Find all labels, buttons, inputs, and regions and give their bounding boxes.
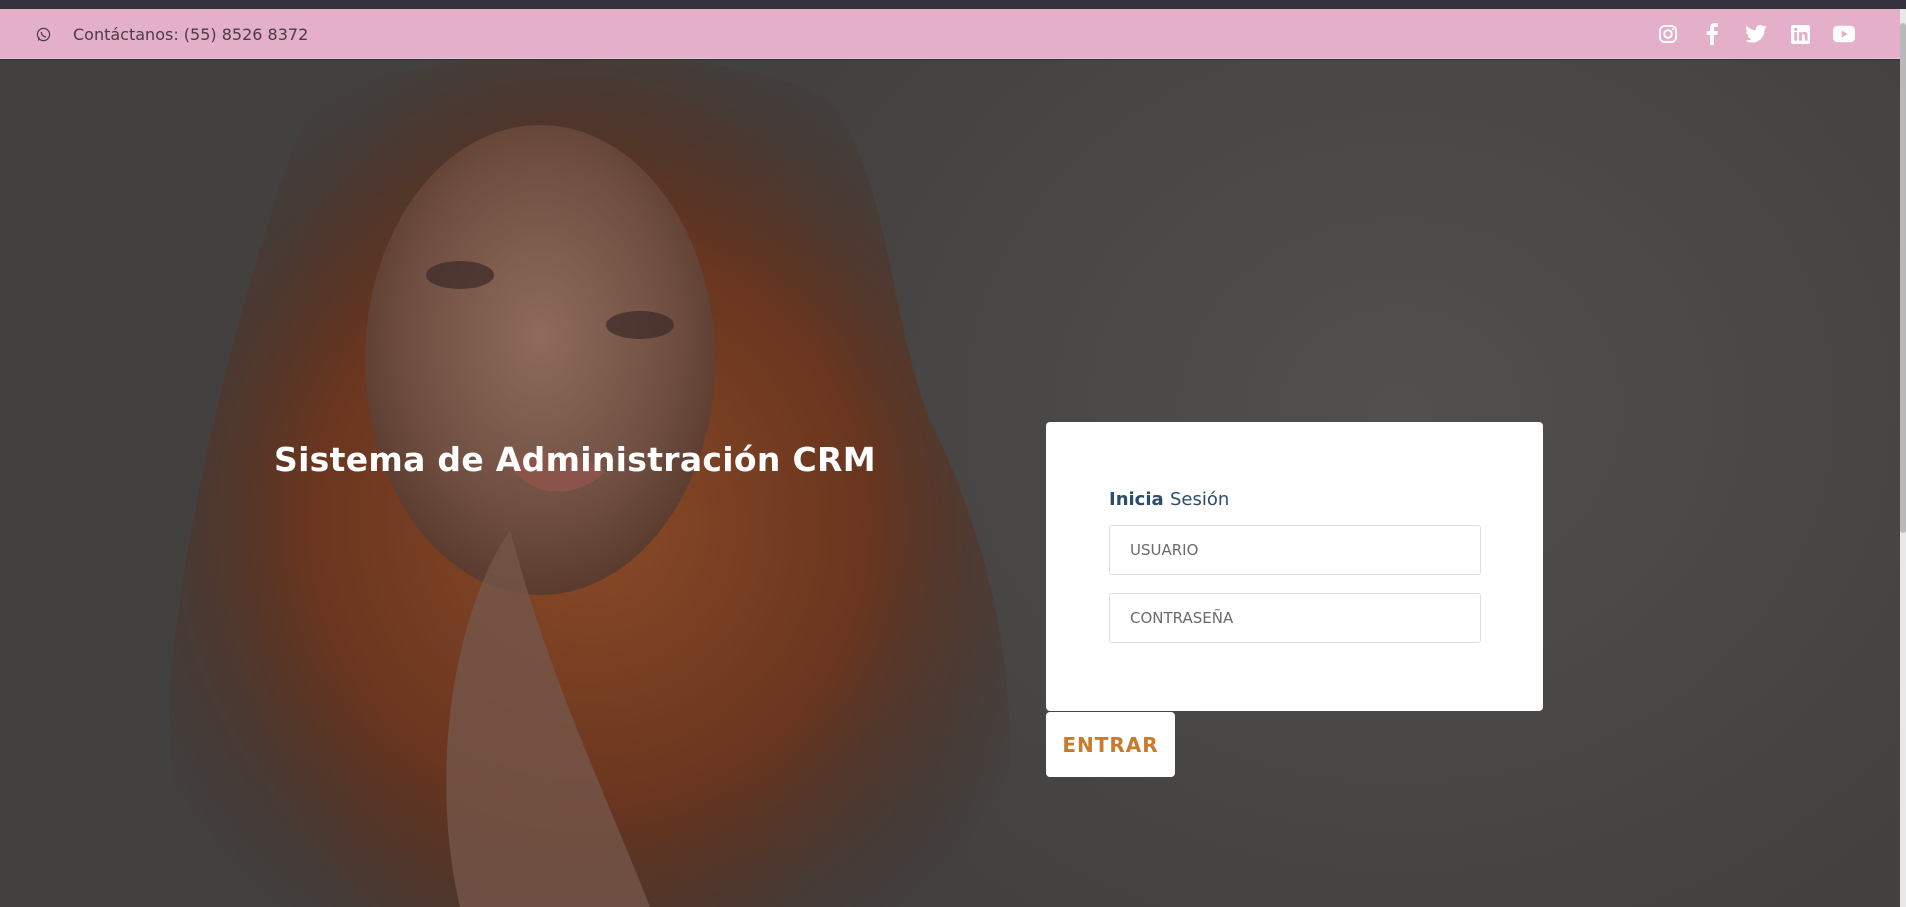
scrollbar-thumb[interactable] bbox=[1900, 23, 1906, 533]
login-title-part2: Sesión bbox=[1169, 489, 1230, 510]
hero-background-image bbox=[168, 60, 1010, 907]
social-links bbox=[1657, 9, 1855, 59]
twitter-icon[interactable] bbox=[1745, 23, 1767, 45]
username-input[interactable] bbox=[1109, 525, 1481, 575]
password-input[interactable] bbox=[1109, 593, 1481, 643]
linkedin-icon[interactable] bbox=[1789, 23, 1811, 45]
contact-info: Contáctanos: (55) 8526 8372 bbox=[36, 9, 308, 59]
hero-section: Sistema de Administración CRM bbox=[0, 60, 1900, 907]
youtube-icon[interactable] bbox=[1833, 23, 1855, 45]
facebook-icon[interactable] bbox=[1701, 23, 1723, 45]
whatsapp-icon bbox=[36, 27, 51, 42]
login-card: Inicia Sesión bbox=[1046, 422, 1543, 711]
page-scrollbar[interactable] bbox=[1900, 9, 1906, 907]
browser-top-strip bbox=[0, 0, 1906, 9]
top-contact-bar: Contáctanos: (55) 8526 8372 bbox=[0, 9, 1900, 59]
hero-headline: Sistema de Administración CRM bbox=[274, 440, 876, 479]
login-title-part1: Inicia bbox=[1109, 489, 1164, 510]
instagram-icon[interactable] bbox=[1657, 23, 1679, 45]
login-submit-button[interactable]: ENTRAR bbox=[1046, 712, 1175, 777]
login-title: Inicia Sesión bbox=[1109, 489, 1229, 510]
contact-phone-text: Contáctanos: (55) 8526 8372 bbox=[73, 24, 309, 44]
